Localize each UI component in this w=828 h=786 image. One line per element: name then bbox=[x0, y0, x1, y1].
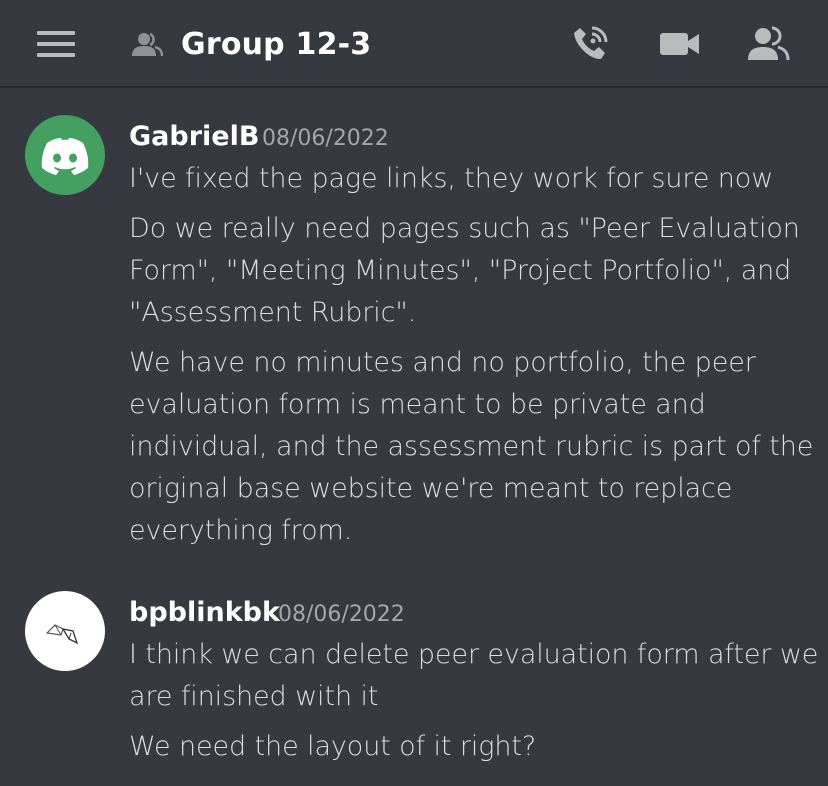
video-call-button[interactable] bbox=[659, 24, 701, 64]
message-group: bpblinkbk 08/06/2022 I think we can dele… bbox=[0, 565, 828, 786]
message-text: Do we really need pages such as "Peer Ev… bbox=[129, 213, 800, 328]
avatar[interactable] bbox=[25, 591, 105, 671]
channel-title: Group 12-3 bbox=[181, 27, 372, 62]
message-text: I've fixed the page links, they work for… bbox=[129, 163, 774, 194]
video-camera-icon bbox=[660, 33, 699, 55]
message-group: GabrielB 08/06/2022 I've fixed the page … bbox=[0, 88, 828, 558]
members-icon bbox=[748, 26, 790, 61]
channel-header: Group 12-3 bbox=[0, 0, 828, 88]
avatar[interactable] bbox=[25, 115, 105, 195]
message-timestamp: 08/06/2022 bbox=[262, 126, 389, 151]
members-button[interactable] bbox=[746, 24, 790, 64]
message-author[interactable]: GabrielB bbox=[129, 120, 259, 154]
phone-call-icon bbox=[574, 26, 608, 60]
hamburger-menu-icon[interactable] bbox=[37, 31, 75, 58]
message-text: We need the layout of it right? bbox=[129, 731, 537, 762]
message-timestamp: 08/06/2022 bbox=[278, 602, 405, 627]
sketch-doodle-icon bbox=[45, 624, 79, 645]
discord-logo-icon bbox=[41, 138, 89, 175]
group-dm-icon bbox=[131, 31, 164, 57]
message-text: We have no minutes and no portfolio, the… bbox=[129, 347, 814, 546]
message-text: I think we can delete peer evaluation fo… bbox=[129, 639, 819, 712]
message-author[interactable]: bpblinkbk bbox=[129, 596, 280, 630]
voice-call-button[interactable] bbox=[570, 24, 610, 64]
